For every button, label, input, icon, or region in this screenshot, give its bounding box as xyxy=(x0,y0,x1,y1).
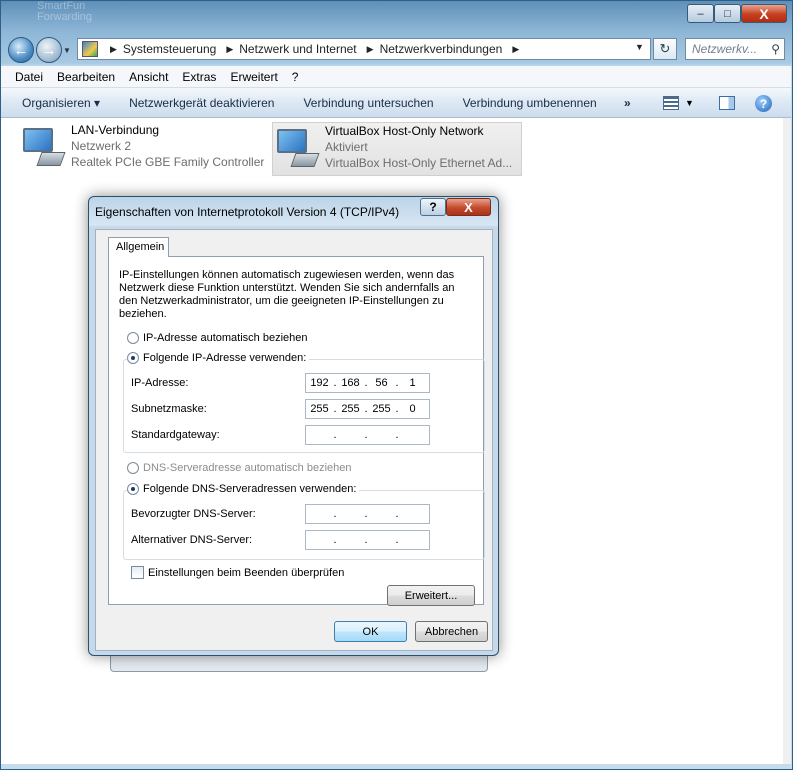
checkbox[interactable] xyxy=(131,566,144,579)
ip-octet[interactable]: 255 xyxy=(368,403,395,415)
tab-allgemein[interactable]: Allgemein xyxy=(108,237,169,257)
checkbox-label: Einstellungen beim Beenden überprüfen xyxy=(148,566,345,579)
search-placeholder: Netzwerkv... xyxy=(692,42,758,56)
ip-octet[interactable]: 0 xyxy=(399,403,426,415)
more-commands-button[interactable]: » xyxy=(624,96,631,110)
menu-erweitert[interactable]: Erweitert xyxy=(230,70,277,84)
rename-connection-button[interactable]: Verbindung umbenennen xyxy=(463,96,597,110)
diagnose-connection-button[interactable]: Verbindung untersuchen xyxy=(303,96,433,110)
ok-button[interactable]: OK xyxy=(334,621,407,642)
network-adapter-icon xyxy=(21,126,66,170)
alternate-dns-label: Alternativer DNS-Server: xyxy=(131,534,253,546)
menu-extras[interactable]: Extras xyxy=(182,70,216,84)
preferred-dns-field[interactable]: . . . xyxy=(305,504,430,524)
ip-address-label: IP-Adresse: xyxy=(131,377,189,389)
ipv4-properties-dialog: Eigenschaften von Internetprotokoll Vers… xyxy=(88,196,499,656)
disable-device-button[interactable]: Netzwerkgerät deaktivieren xyxy=(129,96,274,110)
ip-octet[interactable]: 192 xyxy=(306,377,333,389)
menu-bearbeiten[interactable]: Bearbeiten xyxy=(57,70,115,84)
close-window-button[interactable]: X xyxy=(741,4,787,23)
radio-button[interactable] xyxy=(127,483,139,495)
help-button[interactable]: ? xyxy=(755,95,772,112)
adapter-status: Netzwerk 2 xyxy=(71,139,132,153)
search-input[interactable]: Netzwerkv... ⚲ xyxy=(685,38,785,60)
ip-octet[interactable]: 255 xyxy=(337,403,364,415)
address-dropdown-button[interactable]: ▼ xyxy=(635,42,644,52)
minimize-button[interactable]: – xyxy=(687,4,714,23)
arrow-right-icon: → xyxy=(41,41,57,59)
ip-octet[interactable]: 56 xyxy=(368,377,395,389)
refresh-icon: ↻ xyxy=(659,41,671,56)
subnet-mask-label: Subnetzmaske: xyxy=(131,403,207,415)
breadcrumb-systemsteuerung[interactable]: Systemsteuerung xyxy=(123,42,216,56)
ghost-line: Forwarding xyxy=(37,11,93,23)
menu-datei[interactable]: Datei xyxy=(15,70,43,84)
cancel-button[interactable]: Abbrechen xyxy=(415,621,488,642)
adapter-virtualbox[interactable]: VirtualBox Host-Only Network Aktiviert V… xyxy=(272,122,522,176)
maximize-button[interactable]: □ xyxy=(714,4,741,23)
radio-button[interactable] xyxy=(127,462,139,474)
radio-label: DNS-Serveradresse automatisch beziehen xyxy=(143,462,352,474)
back-button[interactable]: ← xyxy=(8,37,34,63)
vertical-scrollbar[interactable] xyxy=(783,118,791,764)
history-dropdown-button[interactable]: ▼ xyxy=(63,46,71,55)
dialog-title: Eigenschaften von Internetprotokoll Vers… xyxy=(95,205,400,219)
address-bar[interactable]: ▶ Systemsteuerung ▶ Netzwerk und Interne… xyxy=(77,38,651,60)
details-view-icon xyxy=(663,96,679,110)
organize-button[interactable]: Organisieren ▾ xyxy=(22,96,100,110)
adapter-status: Aktiviert xyxy=(325,140,368,154)
breadcrumb-separator[interactable]: ▶ xyxy=(110,44,117,55)
adapter-name: LAN-Verbindung xyxy=(71,123,160,137)
radio-dns-auto[interactable]: DNS-Serveradresse automatisch beziehen xyxy=(127,462,355,474)
background-dialog-edge xyxy=(110,654,488,672)
intro-text: IP-Einstellungen können automatisch zuge… xyxy=(119,269,455,320)
radio-ip-manual[interactable]: Folgende IP-Adresse verwenden: xyxy=(127,352,310,364)
radio-label: Folgende DNS-Serveradressen verwenden: xyxy=(143,483,357,495)
menu-ansicht[interactable]: Ansicht xyxy=(129,70,168,84)
ip-octet[interactable]: 255 xyxy=(306,403,333,415)
dialog-close-button[interactable]: X xyxy=(446,198,491,216)
menu-help[interactable]: ? xyxy=(292,70,299,84)
breadcrumb-netzwerkverbindungen[interactable]: Netzwerkverbindungen xyxy=(380,42,503,56)
chevron-down-icon: ▼ xyxy=(685,98,694,108)
validate-on-exit-checkbox[interactable]: Einstellungen beim Beenden überprüfen xyxy=(131,566,344,579)
menu-bar: Datei Bearbeiten Ansicht Extras Erweiter… xyxy=(1,66,791,88)
subnet-mask-field[interactable]: 255. 255. 255. 0 xyxy=(305,399,430,419)
radio-button[interactable] xyxy=(127,332,139,344)
adapter-lan[interactable]: LAN-Verbindung Netzwerk 2 Realtek PCIe G… xyxy=(21,122,264,176)
preferred-dns-label: Bevorzugter DNS-Server: xyxy=(131,508,256,520)
tab-panel-allgemein: IP-Einstellungen können automatisch zuge… xyxy=(108,256,485,606)
ip-octet[interactable]: 168 xyxy=(337,377,364,389)
alternate-dns-field[interactable]: . . . xyxy=(305,530,430,550)
gateway-field[interactable]: . . . xyxy=(305,425,430,445)
refresh-button[interactable]: ↻ xyxy=(653,38,677,60)
dns-group xyxy=(123,490,485,560)
ip-address-field[interactable]: 192. 168. 56. 1 xyxy=(305,373,430,393)
breadcrumb-netzwerk-internet[interactable]: Netzwerk und Internet xyxy=(239,42,356,56)
breadcrumb-separator[interactable]: ▶ xyxy=(367,44,374,55)
gateway-label: Standardgateway: xyxy=(131,429,220,441)
adapter-device: Realtek PCIe GBE Family Controller xyxy=(71,155,265,169)
radio-button[interactable] xyxy=(127,352,139,364)
control-panel-icon xyxy=(82,41,98,57)
radio-label: Folgende IP-Adresse verwenden: xyxy=(143,352,307,364)
breadcrumb-separator[interactable]: ▶ xyxy=(512,44,519,55)
preview-pane-button[interactable] xyxy=(719,96,735,110)
dialog-help-button[interactable]: ? xyxy=(420,198,446,216)
forward-button[interactable]: → xyxy=(36,37,62,63)
adapter-name: VirtualBox Host-Only Network xyxy=(325,124,484,138)
radio-ip-auto[interactable]: IP-Adresse automatisch beziehen xyxy=(127,332,311,344)
desktop-ghost-text: SmartFun Forwarding xyxy=(37,1,92,23)
advanced-button[interactable]: Erweitert... xyxy=(387,585,475,606)
search-icon[interactable]: ⚲ xyxy=(771,42,780,56)
breadcrumb-separator[interactable]: ▶ xyxy=(226,44,233,55)
dialog-body: Allgemein IP-Einstellungen können automa… xyxy=(95,229,493,651)
radio-label: IP-Adresse automatisch beziehen xyxy=(143,332,308,344)
ip-octet[interactable]: 1 xyxy=(399,377,426,389)
arrow-left-icon: ← xyxy=(13,41,29,59)
adapter-device: VirtualBox Host-Only Ethernet Ad... xyxy=(325,156,513,170)
radio-dns-manual[interactable]: Folgende DNS-Serveradressen verwenden: xyxy=(127,483,360,495)
network-adapter-icon xyxy=(275,127,320,171)
change-view-button[interactable]: ▼ xyxy=(663,95,705,111)
